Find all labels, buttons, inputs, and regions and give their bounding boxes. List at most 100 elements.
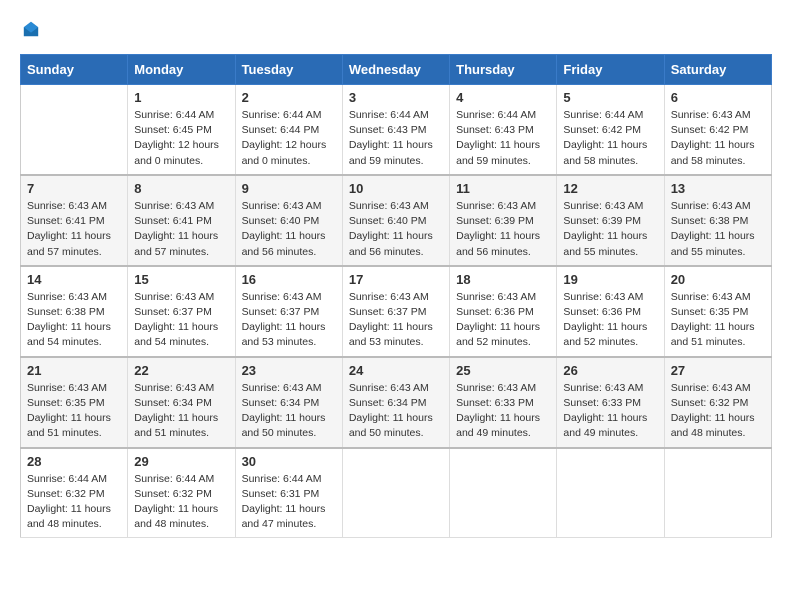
day-number: 1 [134, 90, 228, 105]
day-info: Sunrise: 6:43 AMSunset: 6:33 PMDaylight:… [563, 381, 657, 442]
calendar-cell: 6 Sunrise: 6:43 AMSunset: 6:42 PMDaylight… [664, 85, 771, 175]
day-info: Sunrise: 6:43 AMSunset: 6:34 PMDaylight:… [349, 381, 443, 442]
calendar-cell: 16 Sunrise: 6:43 AMSunset: 6:37 PMDayligh… [235, 266, 342, 357]
day-number: 15 [134, 272, 228, 287]
calendar-week-row: 21 Sunrise: 6:43 AMSunset: 6:35 PMDayligh… [21, 357, 772, 448]
day-info: Sunrise: 6:44 AMSunset: 6:31 PMDaylight:… [242, 472, 336, 533]
day-number: 7 [27, 181, 121, 196]
day-info: Sunrise: 6:43 AMSunset: 6:38 PMDaylight:… [27, 290, 121, 351]
day-number: 2 [242, 90, 336, 105]
day-number: 12 [563, 181, 657, 196]
logo-icon [22, 20, 40, 38]
day-number: 13 [671, 181, 765, 196]
calendar-cell: 8 Sunrise: 6:43 AMSunset: 6:41 PMDaylight… [128, 175, 235, 266]
day-info: Sunrise: 6:44 AMSunset: 6:45 PMDaylight:… [134, 108, 228, 169]
day-info: Sunrise: 6:43 AMSunset: 6:40 PMDaylight:… [349, 199, 443, 260]
calendar-cell [342, 448, 449, 538]
calendar-cell: 2 Sunrise: 6:44 AMSunset: 6:44 PMDaylight… [235, 85, 342, 175]
calendar-cell: 5Sunrise: 6:44 AMSunset: 6:42 PMDaylight… [557, 85, 664, 175]
weekday-header: Friday [557, 55, 664, 85]
calendar-cell: 12 Sunrise: 6:43 AMSunset: 6:39 PMDayligh… [557, 175, 664, 266]
day-info: Sunrise: 6:43 AMSunset: 6:35 PMDaylight:… [671, 290, 765, 351]
day-info: Sunrise: 6:43 AMSunset: 6:34 PMDaylight:… [242, 381, 336, 442]
day-number: 27 [671, 363, 765, 378]
calendar-week-row: 28 Sunrise: 6:44 AMSunset: 6:32 PMDayligh… [21, 448, 772, 538]
calendar-cell: 25 Sunrise: 6:43 AMSunset: 6:33 PMDayligh… [450, 357, 557, 448]
day-info: Sunrise: 6:43 AMSunset: 6:32 PMDaylight:… [671, 381, 765, 442]
day-number: 21 [27, 363, 121, 378]
day-number: 5 [563, 90, 657, 105]
day-info: Sunrise: 6:43 AMSunset: 6:39 PMDaylight:… [456, 199, 550, 260]
day-info: Sunrise: 6:44 AMSunset: 6:43 PMDaylight:… [456, 108, 550, 169]
day-info: Sunrise: 6:43 AMSunset: 6:34 PMDaylight:… [134, 381, 228, 442]
day-info: Sunrise: 6:43 AMSunset: 6:40 PMDaylight:… [242, 199, 336, 260]
calendar-week-row: 7 Sunrise: 6:43 AMSunset: 6:41 PMDaylight… [21, 175, 772, 266]
day-number: 9 [242, 181, 336, 196]
day-number: 28 [27, 454, 121, 469]
day-number: 10 [349, 181, 443, 196]
calendar-cell: 20 Sunrise: 6:43 AMSunset: 6:35 PMDayligh… [664, 266, 771, 357]
day-number: 11 [456, 181, 550, 196]
calendar-cell: 13 Sunrise: 6:43 AMSunset: 6:38 PMDayligh… [664, 175, 771, 266]
calendar-table: SundayMondayTuesdayWednesdayThursdayFrid… [20, 54, 772, 538]
day-number: 17 [349, 272, 443, 287]
day-number: 30 [242, 454, 336, 469]
calendar-cell: 15 Sunrise: 6:43 AMSunset: 6:37 PMDayligh… [128, 266, 235, 357]
day-info: Sunrise: 6:44 AMSunset: 6:43 PMDaylight:… [349, 108, 443, 169]
day-number: 6 [671, 90, 765, 105]
calendar-cell: 11 Sunrise: 6:43 AMSunset: 6:39 PMDayligh… [450, 175, 557, 266]
day-info: Sunrise: 6:43 AMSunset: 6:37 PMDaylight:… [242, 290, 336, 351]
day-number: 23 [242, 363, 336, 378]
day-number: 18 [456, 272, 550, 287]
weekday-header: Saturday [664, 55, 771, 85]
day-number: 4 [456, 90, 550, 105]
header-row: SundayMondayTuesdayWednesdayThursdayFrid… [21, 55, 772, 85]
day-info: Sunrise: 6:43 AMSunset: 6:36 PMDaylight:… [456, 290, 550, 351]
calendar-cell: 9 Sunrise: 6:43 AMSunset: 6:40 PMDaylight… [235, 175, 342, 266]
weekday-header: Tuesday [235, 55, 342, 85]
day-number: 20 [671, 272, 765, 287]
day-number: 19 [563, 272, 657, 287]
calendar-cell: 19 Sunrise: 6:43 AMSunset: 6:36 PMDayligh… [557, 266, 664, 357]
calendar-week-row: 14Sunrise: 6:43 AMSunset: 6:38 PMDayligh… [21, 266, 772, 357]
calendar-cell [557, 448, 664, 538]
day-number: 16 [242, 272, 336, 287]
calendar-cell: 17 Sunrise: 6:43 AMSunset: 6:37 PMDayligh… [342, 266, 449, 357]
day-info: Sunrise: 6:43 AMSunset: 6:36 PMDaylight:… [563, 290, 657, 351]
calendar-cell: 3Sunrise: 6:44 AMSunset: 6:43 PMDaylight… [342, 85, 449, 175]
calendar-cell: 10 Sunrise: 6:43 AMSunset: 6:40 PMDayligh… [342, 175, 449, 266]
day-info: Sunrise: 6:43 AMSunset: 6:35 PMDaylight:… [27, 381, 121, 442]
page: SundayMondayTuesdayWednesdayThursdayFrid… [0, 0, 792, 558]
calendar-cell: 24Sunrise: 6:43 AMSunset: 6:34 PMDayligh… [342, 357, 449, 448]
day-info: Sunrise: 6:44 AMSunset: 6:32 PMDaylight:… [134, 472, 228, 533]
calendar-cell: 27 Sunrise: 6:43 AMSunset: 6:32 PMDayligh… [664, 357, 771, 448]
day-number: 22 [134, 363, 228, 378]
day-info: Sunrise: 6:43 AMSunset: 6:33 PMDaylight:… [456, 381, 550, 442]
calendar-cell: 23 Sunrise: 6:43 AMSunset: 6:34 PMDayligh… [235, 357, 342, 448]
calendar-cell [21, 85, 128, 175]
calendar-cell: 29 Sunrise: 6:44 AMSunset: 6:32 PMDayligh… [128, 448, 235, 538]
day-number: 25 [456, 363, 550, 378]
calendar-cell: 18 Sunrise: 6:43 AMSunset: 6:36 PMDayligh… [450, 266, 557, 357]
day-info: Sunrise: 6:43 AMSunset: 6:41 PMDaylight:… [134, 199, 228, 260]
day-info: Sunrise: 6:43 AMSunset: 6:39 PMDaylight:… [563, 199, 657, 260]
logo [20, 20, 40, 38]
calendar-cell [450, 448, 557, 538]
day-number: 8 [134, 181, 228, 196]
day-info: Sunrise: 6:43 AMSunset: 6:37 PMDaylight:… [349, 290, 443, 351]
calendar-cell: 30 Sunrise: 6:44 AMSunset: 6:31 PMDayligh… [235, 448, 342, 538]
day-info: Sunrise: 6:43 AMSunset: 6:42 PMDaylight:… [671, 108, 765, 169]
calendar-cell: 14Sunrise: 6:43 AMSunset: 6:38 PMDayligh… [21, 266, 128, 357]
day-info: Sunrise: 6:43 AMSunset: 6:38 PMDaylight:… [671, 199, 765, 260]
weekday-header: Thursday [450, 55, 557, 85]
weekday-header: Monday [128, 55, 235, 85]
day-number: 29 [134, 454, 228, 469]
calendar-cell: 26Sunrise: 6:43 AMSunset: 6:33 PMDayligh… [557, 357, 664, 448]
calendar-cell: 7Sunrise: 6:43 AMSunset: 6:41 PMDaylight… [21, 175, 128, 266]
day-info: Sunrise: 6:43 AMSunset: 6:37 PMDaylight:… [134, 290, 228, 351]
calendar-week-row: 1 Sunrise: 6:44 AMSunset: 6:45 PMDaylight… [21, 85, 772, 175]
day-info: Sunrise: 6:44 AMSunset: 6:44 PMDaylight:… [242, 108, 336, 169]
day-info: Sunrise: 6:44 AMSunset: 6:32 PMDaylight:… [27, 472, 121, 533]
calendar-cell [664, 448, 771, 538]
calendar-cell: 28 Sunrise: 6:44 AMSunset: 6:32 PMDayligh… [21, 448, 128, 538]
